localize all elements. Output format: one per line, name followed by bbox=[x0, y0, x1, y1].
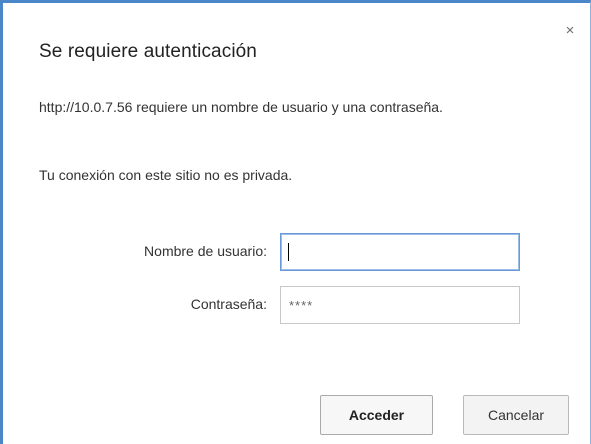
username-input[interactable] bbox=[280, 233, 520, 271]
acceder-button[interactable]: Acceder bbox=[320, 395, 433, 435]
close-icon[interactable]: × bbox=[562, 23, 578, 39]
dialog-title: Se requiere autenticación bbox=[39, 41, 257, 62]
privacy-warning-message: Tu conexión con este sitio no es privada… bbox=[39, 167, 293, 183]
username-row: Nombre de usuario: bbox=[3, 233, 591, 273]
password-row: Contraseña: bbox=[3, 286, 591, 326]
username-label: Nombre de usuario: bbox=[144, 243, 267, 259]
auth-dialog: × Se requiere autenticación http://10.0.… bbox=[0, 0, 591, 444]
auth-required-message: http://10.0.7.56 requiere un nombre de u… bbox=[39, 99, 443, 115]
text-caret bbox=[288, 243, 289, 261]
password-input[interactable] bbox=[280, 286, 520, 324]
password-label: Contraseña: bbox=[190, 296, 267, 312]
cancel-button[interactable]: Cancelar bbox=[463, 395, 569, 435]
